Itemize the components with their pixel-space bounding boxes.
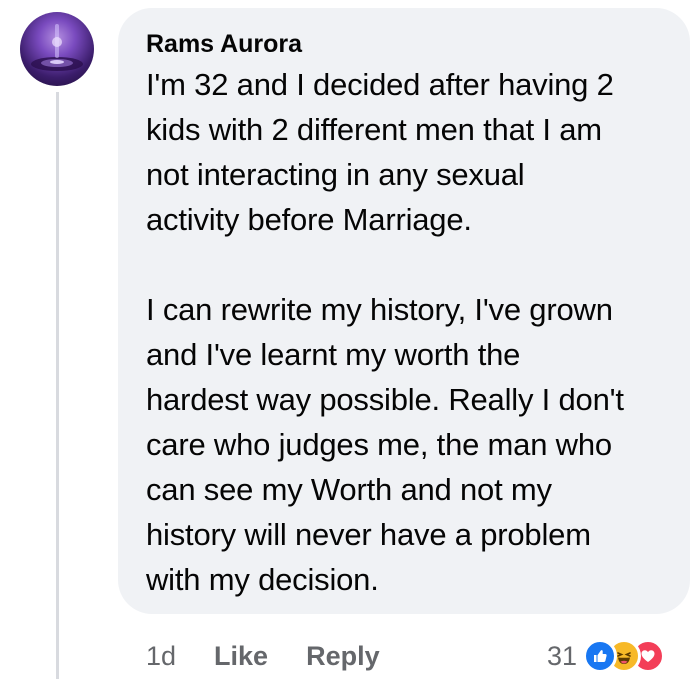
comment-view: Rams Aurora I'm 32 and I decided after h… [0, 0, 695, 679]
reaction-count: 31 [546, 640, 577, 671]
avatar-image [31, 24, 83, 71]
comment-bubble: Rams Aurora I'm 32 and I decided after h… [118, 8, 690, 614]
avatar[interactable] [20, 12, 94, 86]
thread-line [56, 92, 59, 679]
comment-timestamp[interactable]: 1d [146, 641, 176, 672]
comment-actions: 1d Like Reply [146, 636, 418, 676]
comment-paragraph: I'm 32 and I decided after having 2 kids… [146, 67, 614, 237]
comment-paragraph: I can rewrite my history, I've grown and… [146, 292, 624, 597]
reaction-icons [583, 639, 665, 673]
comment-author[interactable]: Rams Aurora [146, 28, 662, 60]
like-icon [583, 639, 617, 673]
like-button[interactable]: Like [214, 641, 268, 672]
reactions-summary[interactable]: 31 [547, 634, 665, 678]
reply-button[interactable]: Reply [306, 641, 380, 672]
